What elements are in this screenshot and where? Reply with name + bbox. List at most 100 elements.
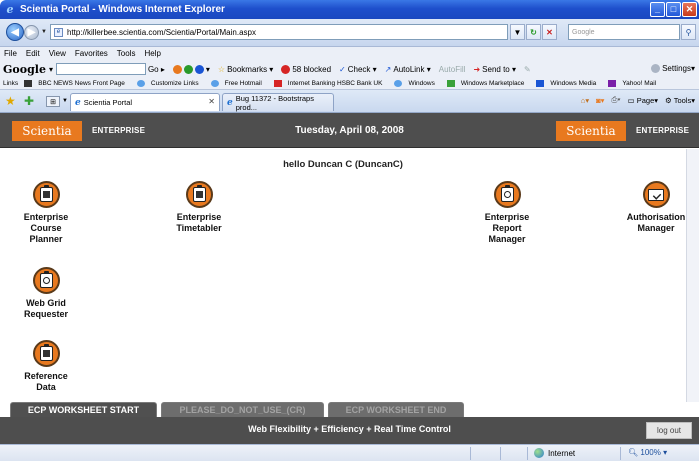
vertical-scrollbar[interactable] bbox=[686, 149, 699, 402]
title-bar: e Scientia Portal - Windows Internet Exp… bbox=[0, 0, 699, 19]
logout-button[interactable]: log out bbox=[646, 422, 692, 439]
recent-pages-dropdown-icon[interactable]: ▼ bbox=[41, 29, 47, 35]
pencil-icon[interactable]: ✎ bbox=[524, 65, 531, 74]
google-dropdown-icon[interactable]: ▾ bbox=[49, 65, 53, 74]
status-divider bbox=[527, 447, 528, 460]
google-logo[interactable]: Google bbox=[3, 63, 46, 76]
feeds-icon[interactable]: ◙▾ bbox=[596, 96, 604, 105]
portal-main: hello Duncan C (DuncanC) Enterprise Cour… bbox=[0, 149, 686, 402]
send-arrow-icon: ➜ bbox=[473, 64, 481, 74]
close-icon[interactable]: ✕ bbox=[682, 2, 697, 17]
zoom-label: 100% bbox=[640, 448, 661, 457]
link-marketplace[interactable]: Windows Marketplace bbox=[446, 79, 531, 88]
google-tools-icons[interactable]: ▾ bbox=[172, 64, 210, 74]
ie-page-icon bbox=[210, 79, 219, 87]
ie-page-icon bbox=[394, 79, 403, 87]
bookmarks-label: Bookmarks bbox=[227, 64, 268, 74]
quick-tabs-icon[interactable]: ⊞ bbox=[46, 96, 60, 107]
menu-favorites[interactable]: Favorites bbox=[75, 49, 108, 58]
security-zone[interactable]: Internet bbox=[534, 448, 575, 458]
tab-list-dropdown-icon[interactable]: ▼ bbox=[62, 98, 68, 104]
link-label: Yahoo! Mail bbox=[622, 80, 657, 88]
bookmarks-button[interactable]: ☆ Bookmarks ▾ bbox=[218, 65, 273, 74]
menu-help[interactable]: Help bbox=[144, 49, 160, 58]
app-label: Reference Data bbox=[24, 371, 68, 392]
report-manager-icon bbox=[493, 181, 521, 208]
app-enterprise-timetabler[interactable]: Enterprise Timetabler bbox=[157, 181, 241, 234]
menu-view[interactable]: View bbox=[49, 49, 66, 58]
tab-scientia-portal[interactable]: e Scientia Portal ✕ bbox=[70, 93, 220, 111]
zoom-control[interactable]: 🔍︎ 100% ▾ bbox=[628, 448, 667, 457]
check-icon: ✓ bbox=[339, 64, 346, 74]
google-search-input[interactable] bbox=[55, 63, 146, 75]
forward-button[interactable]: ▶ bbox=[24, 25, 39, 40]
app-web-grid-requester[interactable]: Web Grid Requester bbox=[4, 267, 88, 320]
ie-page-icon bbox=[136, 79, 145, 87]
page-menu-button[interactable]: ▭ Page▾ bbox=[628, 96, 658, 105]
tab-ecp-worksheet-start[interactable]: ECP WORKSHEET START bbox=[10, 402, 157, 417]
link-label: Windows Marketplace bbox=[460, 80, 525, 88]
page-icon: ▭ bbox=[627, 95, 635, 105]
tab-bug-11372[interactable]: e Bug 11372 - Bootstraps prod... bbox=[222, 93, 334, 112]
settings-button[interactable]: Settings ▾ bbox=[651, 64, 695, 73]
scientia-logo-right: Scientia bbox=[556, 121, 626, 141]
menu-edit[interactable]: Edit bbox=[26, 49, 40, 58]
search-input[interactable]: Google bbox=[568, 24, 680, 40]
home-icon[interactable]: ⌂▾ bbox=[581, 96, 589, 105]
status-divider bbox=[470, 447, 471, 460]
status-divider bbox=[620, 447, 621, 460]
link-bbc-news[interactable]: BBC NEWS News Front Page bbox=[24, 79, 131, 87]
link-label: Free Hotmail bbox=[224, 80, 262, 88]
link-windows-media[interactable]: Windows Media bbox=[536, 79, 602, 87]
stop-icon[interactable]: ✕ bbox=[542, 24, 557, 40]
menu-bar: File Edit View Favorites Tools Help bbox=[0, 47, 699, 60]
link-customize[interactable]: Customize Links bbox=[136, 79, 205, 87]
sendto-button[interactable]: ➜ Send to ▾ bbox=[473, 65, 516, 74]
windows-flag-icon bbox=[446, 79, 455, 87]
popup-blocker-button[interactable]: 58 blocked bbox=[281, 64, 331, 74]
spellcheck-button[interactable]: ✓ Check ▾ bbox=[339, 65, 377, 74]
globe-icon bbox=[534, 448, 544, 458]
address-tools: ▼ ↻ ✕ bbox=[510, 24, 557, 40]
print-icon[interactable]: ⎙▾ bbox=[611, 95, 620, 105]
tab-bar: ★ ✚ ⊞ ▼ e Scientia Portal ✕ e Bug 11372 … bbox=[0, 90, 699, 113]
menu-file[interactable]: File bbox=[4, 49, 17, 58]
zone-label: Internet bbox=[548, 448, 576, 458]
address-input[interactable]: e http://killerbee.scientia.com/Scientia… bbox=[50, 24, 508, 40]
page-label: Page bbox=[636, 95, 655, 105]
app-reference-data[interactable]: Reference Data bbox=[4, 340, 88, 393]
back-button[interactable]: ◀ bbox=[6, 23, 24, 41]
links-bar: Links BBC NEWS News Front Page Customize… bbox=[0, 78, 699, 90]
add-favorite-icon[interactable]: ✚ bbox=[24, 94, 34, 108]
window-title: Scientia Portal - Windows Internet Explo… bbox=[20, 4, 225, 15]
address-dropdown-icon[interactable]: ▼ bbox=[510, 24, 525, 40]
authorisation-manager-icon bbox=[642, 181, 670, 208]
maximize-icon[interactable]: □ bbox=[666, 2, 681, 17]
link-windows[interactable]: Windows bbox=[394, 79, 440, 87]
refresh-icon[interactable]: ↻ bbox=[526, 24, 541, 40]
link-hotmail[interactable]: Free Hotmail bbox=[210, 79, 268, 88]
worksheet-tabs: ECP WORKSHEET START PLEASE_DO_NOT_USE_(C… bbox=[0, 402, 699, 417]
app-label: Web Grid Requester bbox=[23, 298, 68, 319]
app-enterprise-course-planner[interactable]: Enterprise Course Planner bbox=[4, 181, 88, 245]
zoom-icon: 🔍︎ bbox=[628, 448, 639, 457]
autolink-label: AutoLink bbox=[393, 64, 425, 74]
address-toolbar: ◀ ▶ ▼ e http://killerbee.scientia.com/Sc… bbox=[0, 19, 699, 47]
tab-close-icon[interactable]: ✕ bbox=[208, 97, 215, 106]
footer-tagline: Web Flexibility + Efficiency + Real Time… bbox=[248, 424, 451, 434]
tools-menu-button[interactable]: ⚙ Tools▾ bbox=[665, 96, 695, 105]
favorites-star-icon[interactable]: ★ bbox=[5, 94, 16, 108]
tab-ecp-worksheet-end[interactable]: ECP WORKSHEET END bbox=[328, 402, 464, 417]
autofill-button[interactable]: AutoFill bbox=[439, 65, 466, 74]
link-hsbc[interactable]: Internet Banking HSBC Bank UK bbox=[273, 79, 389, 87]
tab-please-do-not-use[interactable]: PLEASE_DO_NOT_USE_(CR) bbox=[161, 402, 324, 417]
link-yahoo-mail[interactable]: Yahoo! Mail bbox=[608, 79, 662, 88]
menu-tools[interactable]: Tools bbox=[117, 49, 136, 58]
app-enterprise-report-manager[interactable]: Enterprise Report Manager bbox=[465, 181, 549, 245]
search-icon[interactable]: ⚲ bbox=[681, 24, 696, 40]
google-go-label: Go bbox=[147, 64, 159, 74]
minimize-icon[interactable]: _ bbox=[650, 2, 665, 17]
google-go-button[interactable]: Go ▸ bbox=[148, 65, 165, 74]
portal-footer: Web Flexibility + Efficiency + Real Time… bbox=[0, 417, 699, 444]
autolink-button[interactable]: ↗ AutoLink ▾ bbox=[385, 65, 431, 74]
